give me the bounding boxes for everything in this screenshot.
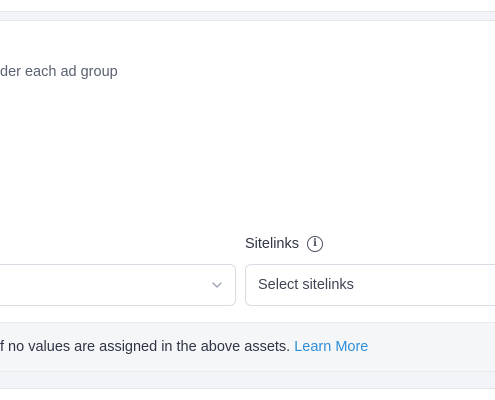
learn-more-link[interactable]: Learn More — [294, 339, 368, 355]
info-note-text: f no values are assigned in the above as… — [0, 339, 295, 355]
sitelinks-select-placeholder: Select sitelinks — [258, 277, 354, 293]
asset-select-dropdown[interactable] — [0, 264, 236, 306]
sitelinks-label-text: Sitelinks — [245, 236, 299, 252]
bottom-card — [0, 388, 495, 400]
sitelinks-select[interactable]: Select sitelinks — [245, 264, 495, 306]
top-card — [0, 0, 495, 12]
sitelinks-label: Sitelinks i — [245, 236, 323, 252]
panel-description: der each ad group — [0, 64, 118, 80]
info-icon[interactable]: i — [307, 236, 323, 252]
info-note: f no values are assigned in the above as… — [0, 339, 368, 355]
chevron-down-icon — [212, 282, 222, 288]
